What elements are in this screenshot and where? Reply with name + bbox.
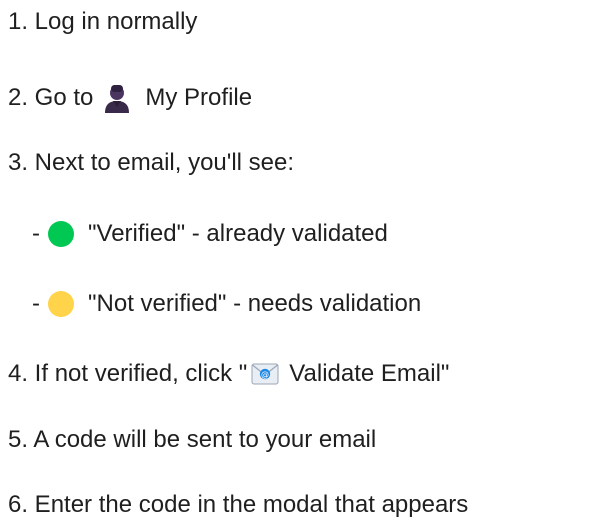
step-6: 6. Enter the code in the modal that appe… (8, 485, 468, 525)
step-2-prefix: 2. Go to (8, 84, 94, 111)
instructions-document: 1. Log in normally 2. Go to My Profile 3… (0, 0, 603, 525)
step-3-text: 3. Next to email, you'll see: (8, 149, 295, 176)
envelope-icon: @ (251, 363, 279, 385)
step-6-text: 6. Enter the code in the modal that appe… (8, 491, 469, 518)
step-4-prefix: 4. If not verified, click " (8, 360, 248, 387)
step-2-suffix: My Profile (145, 84, 253, 111)
step-5: 5. A code will be sent to your email (8, 420, 376, 460)
step-4-suffix: Validate Email" (289, 360, 450, 387)
status-verified: - "Verified" - already validated (32, 214, 388, 254)
status-verified-dash: - (32, 220, 40, 247)
status-verified-text: "Verified" - already validated (88, 220, 388, 247)
step-3: 3. Next to email, you'll see: (8, 143, 294, 183)
step-5-text: 5. A code will be sent to your email (8, 426, 377, 453)
green-dot-icon (48, 221, 74, 247)
step-4: 4. If not verified, click " @ Validate E… (8, 354, 449, 394)
person-icon (103, 83, 131, 113)
status-not-verified-dash: - (32, 290, 40, 317)
step-1: 1. Log in normally (8, 2, 197, 42)
status-not-verified: - "Not verified" - needs validation (32, 284, 421, 324)
svg-text:@: @ (261, 370, 269, 379)
step-2: 2. Go to My Profile (8, 78, 252, 118)
step-1-text: 1. Log in normally (8, 8, 198, 35)
yellow-dot-icon (48, 291, 74, 317)
status-not-verified-text: "Not verified" - needs validation (88, 290, 422, 317)
